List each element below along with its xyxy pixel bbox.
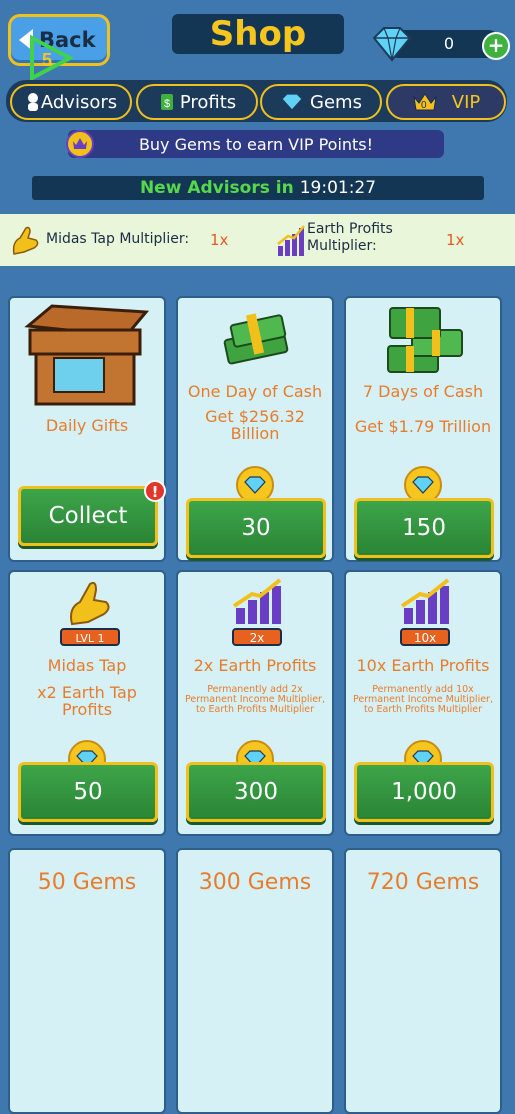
buy-earth-10x-button[interactable]: 1,000	[354, 762, 494, 822]
midas-tap-sub-1: x2 Earth Tap	[37, 683, 137, 702]
buy-seven-days-button[interactable]: 150	[354, 498, 494, 558]
earth-multiplier-label-2: Multiplier:	[307, 238, 377, 254]
card-earth-2x: 2x 2x Earth Profits Permanently add 2x P…	[176, 570, 334, 836]
one-day-sub-1: Get $256.32	[205, 407, 305, 426]
seven-days-title: 7 Days of Cash	[362, 382, 484, 401]
advisor-icon	[27, 93, 38, 111]
earth-10x-title: 10x Earth Profits	[356, 656, 490, 675]
card-one-day-cash: One Day of Cash Get $256.32 Billion 30	[176, 296, 334, 562]
tab-vip-label: VIP	[451, 91, 481, 113]
vip-banner[interactable]: Buy Gems to earn VIP Points!	[68, 130, 444, 158]
tab-gems-label: Gems	[310, 91, 362, 113]
earth-multiplier-value: 1x	[446, 231, 465, 249]
golden-hand-icon	[12, 226, 39, 255]
buy-gems-plus-button[interactable]: +	[482, 32, 510, 60]
money-icon: $	[160, 94, 173, 110]
seven-days-sub-1: Get $1.79 Trillion	[354, 417, 492, 436]
midas-level-badge: LVL 1	[60, 628, 120, 646]
growth-chart-icon	[277, 225, 305, 256]
growth-chart-icon	[400, 578, 450, 624]
gems-720-title: 720 Gems	[366, 870, 480, 895]
advisor-timer-time: 19:01:27	[299, 178, 377, 198]
midas-tap-sub-2: Profits	[61, 700, 113, 719]
page-title: Shop	[172, 14, 344, 54]
tab-advisors[interactable]: Advisors	[10, 84, 132, 120]
buy-earth-2x-button[interactable]: 300	[186, 762, 326, 822]
alert-icon: !	[144, 480, 166, 502]
buy-one-day-button[interactable]: 30	[186, 498, 326, 558]
overlay-digit: 5	[42, 50, 52, 70]
tab-profits-label: Profits	[179, 91, 237, 113]
golden-hand-icon	[70, 581, 110, 626]
vip-banner-text: Buy Gems to earn VIP Points!	[138, 134, 374, 154]
advisor-timer-label: New Advisors in	[139, 178, 294, 198]
cash-stack-icon	[387, 307, 463, 373]
tab-profits[interactable]: $ Profits	[136, 84, 258, 120]
earth-2x-title: 2x Earth Profits	[193, 656, 317, 675]
gem-count: 0	[443, 34, 455, 53]
overlay-play-icon: 5	[30, 34, 74, 82]
cash-stack-icon	[223, 313, 289, 365]
card-gems-300[interactable]: 300 Gems	[176, 848, 334, 1114]
tab-gems[interactable]: Gems	[260, 84, 382, 120]
card-seven-days-cash: 7 Days of Cash Get $1.79 Trillion 150	[344, 296, 502, 562]
diamond-icon	[372, 27, 412, 62]
earth-2x-badge: 2x	[232, 628, 282, 646]
advisor-timer: New Advisors in 19:01:27	[32, 176, 484, 200]
earth-2x-desc-3: to Earth Profits Multiplier	[195, 704, 315, 715]
card-earth-10x: 10x 10x Earth Profits Permanently add 10…	[344, 570, 502, 836]
earth-10x-desc-3: to Earth Profits Multiplier	[363, 704, 483, 715]
midas-tap-title: Midas Tap	[47, 656, 127, 675]
growth-chart-icon	[232, 578, 282, 624]
card-midas-tap: LVL 1 Midas Tap x2 Earth Tap Profits 50	[8, 570, 166, 836]
svg-text:$: $	[164, 98, 170, 110]
gems-50-title: 50 Gems	[37, 870, 137, 895]
crown-icon: 0	[412, 93, 437, 111]
earth-multiplier-label-1: Earth Profits	[307, 221, 393, 237]
midas-multiplier-value: 1x	[210, 231, 229, 249]
one-day-title: One Day of Cash	[187, 382, 323, 401]
crown-icon	[66, 130, 94, 158]
multiplier-bar: Midas Tap Multiplier: 1x Earth Profits M…	[0, 214, 515, 266]
gem-icon	[281, 93, 303, 111]
collect-button[interactable]: Collect	[18, 486, 158, 546]
card-daily-gifts: Daily Gifts Collect !	[8, 296, 166, 562]
tab-advisors-label: Advisors	[40, 91, 118, 113]
earth-10x-badge: 10x	[400, 628, 450, 646]
buy-midas-tap-button[interactable]: 50	[18, 762, 158, 822]
card-gems-720[interactable]: 720 Gems	[344, 848, 502, 1114]
vip-level: 0	[421, 100, 427, 111]
chest-icon	[24, 304, 150, 406]
daily-gifts-title: Daily Gifts	[45, 416, 129, 435]
tab-vip[interactable]: 0 VIP	[386, 84, 506, 120]
gems-300-title: 300 Gems	[198, 870, 312, 895]
one-day-sub-2: Billion	[230, 424, 280, 443]
card-gems-50[interactable]: 50 Gems	[8, 848, 166, 1114]
midas-multiplier-label: Midas Tap Multiplier:	[46, 231, 190, 247]
